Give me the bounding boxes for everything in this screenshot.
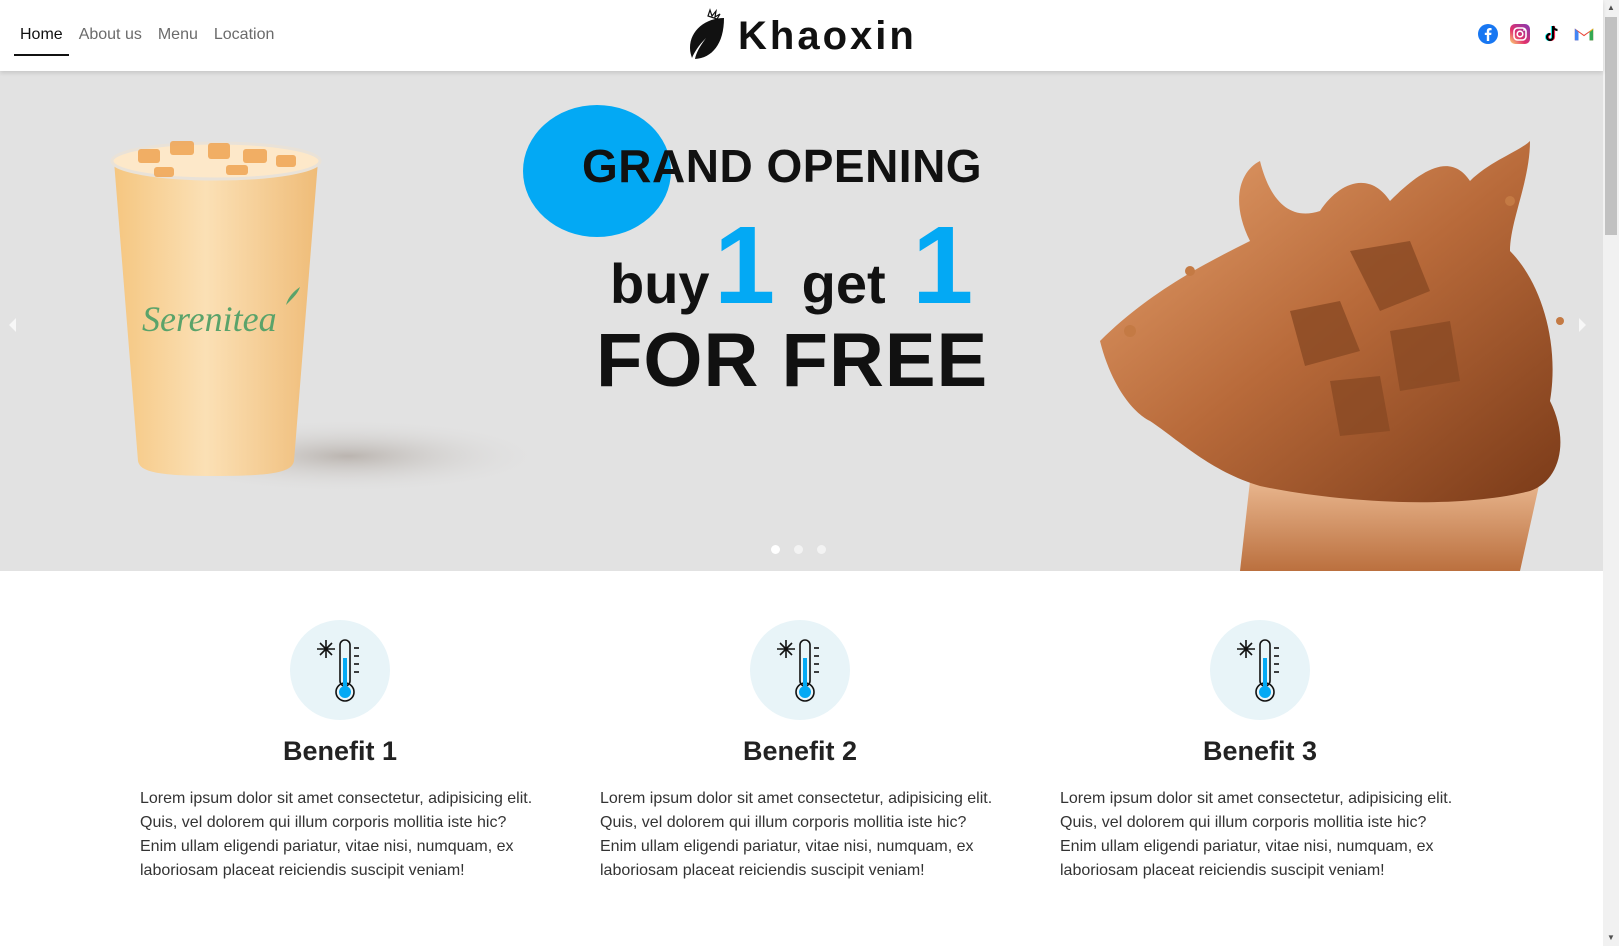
benefit-icon-wrap xyxy=(750,620,850,720)
benefit-icon-wrap xyxy=(1210,620,1310,720)
scrollbar-thumb[interactable] xyxy=(1605,17,1617,235)
benefit-title: Benefit 1 xyxy=(282,736,398,766)
benefit-title: Benefit 2 xyxy=(742,736,858,766)
brand-logo[interactable]: Khaoxin xyxy=(686,8,917,65)
benefit-text: Lorem ipsum dolor sit amet consectetur, … xyxy=(140,790,533,879)
tiktok-icon[interactable] xyxy=(1541,23,1563,45)
benefit-card-2: Benefit 2 Lorem ipsum dolor sit amet con… xyxy=(600,620,1000,883)
brand-name: Khaoxin xyxy=(738,14,917,58)
thermometer-cold-icon xyxy=(1237,639,1279,702)
social-links xyxy=(1477,23,1595,45)
thermometer-cold-icon xyxy=(777,639,819,702)
gmail-icon[interactable] xyxy=(1573,23,1595,45)
leaf-icon xyxy=(686,8,728,65)
benefit-card-3: Benefit 3 Lorem ipsum dolor sit amet con… xyxy=(1060,620,1460,883)
promo-number-1: 1 xyxy=(714,204,776,327)
carousel-dot-3[interactable] xyxy=(817,545,826,554)
instagram-icon[interactable] xyxy=(1509,23,1531,45)
carousel-next-button[interactable] xyxy=(1577,314,1597,342)
hero-promo: buy 1 get 1 xyxy=(610,211,973,321)
chocolate-splash-image xyxy=(1090,141,1590,571)
promo-buy: buy xyxy=(610,252,710,315)
benefit-text: Lorem ipsum dolor sit amet consectetur, … xyxy=(1060,790,1453,879)
promo-number-2: 1 xyxy=(912,204,974,327)
hero-title: GRAND OPENING xyxy=(582,140,983,192)
main-nav: Home About us Menu Location xyxy=(14,22,284,56)
cup-brand-text: Serenitea xyxy=(142,299,277,339)
nav-item-home[interactable]: Home xyxy=(14,22,69,56)
page-scrollbar[interactable]: ▲ ▼ xyxy=(1603,0,1619,946)
nav-item-about-us[interactable]: About us xyxy=(73,22,148,56)
promo-get: get xyxy=(801,252,886,315)
chevron-right-icon xyxy=(1579,318,1586,332)
scroll-down-arrow-icon[interactable]: ▼ xyxy=(1603,930,1619,946)
carousel-dot-2[interactable] xyxy=(794,545,803,554)
benefit-title: Benefit 3 xyxy=(1202,736,1318,766)
nav-item-menu[interactable]: Menu xyxy=(152,22,204,56)
hero-carousel: Serenitea GRAND OPENING buy 1 get 1 FOR … xyxy=(0,71,1603,571)
thermometer-cold-icon xyxy=(317,639,359,702)
carousel-dot-1[interactable] xyxy=(771,545,780,554)
scroll-up-arrow-icon[interactable]: ▲ xyxy=(1603,0,1619,16)
nav-item-location[interactable]: Location xyxy=(208,22,281,56)
carousel-indicators xyxy=(771,545,826,554)
benefit-card-1: Benefit 1 Lorem ipsum dolor sit amet con… xyxy=(140,620,540,883)
chevron-left-icon xyxy=(9,318,16,332)
carousel-prev-button[interactable] xyxy=(6,314,26,342)
facebook-icon[interactable] xyxy=(1477,23,1499,45)
hero-subtitle: FOR FREE xyxy=(596,318,989,403)
benefit-icon-wrap xyxy=(290,620,390,720)
site-header: Home About us Menu Location Khaoxin xyxy=(0,0,1603,71)
benefit-text: Lorem ipsum dolor sit amet consectetur, … xyxy=(600,790,993,879)
milk-tea-cup-image: Serenitea xyxy=(108,131,568,556)
